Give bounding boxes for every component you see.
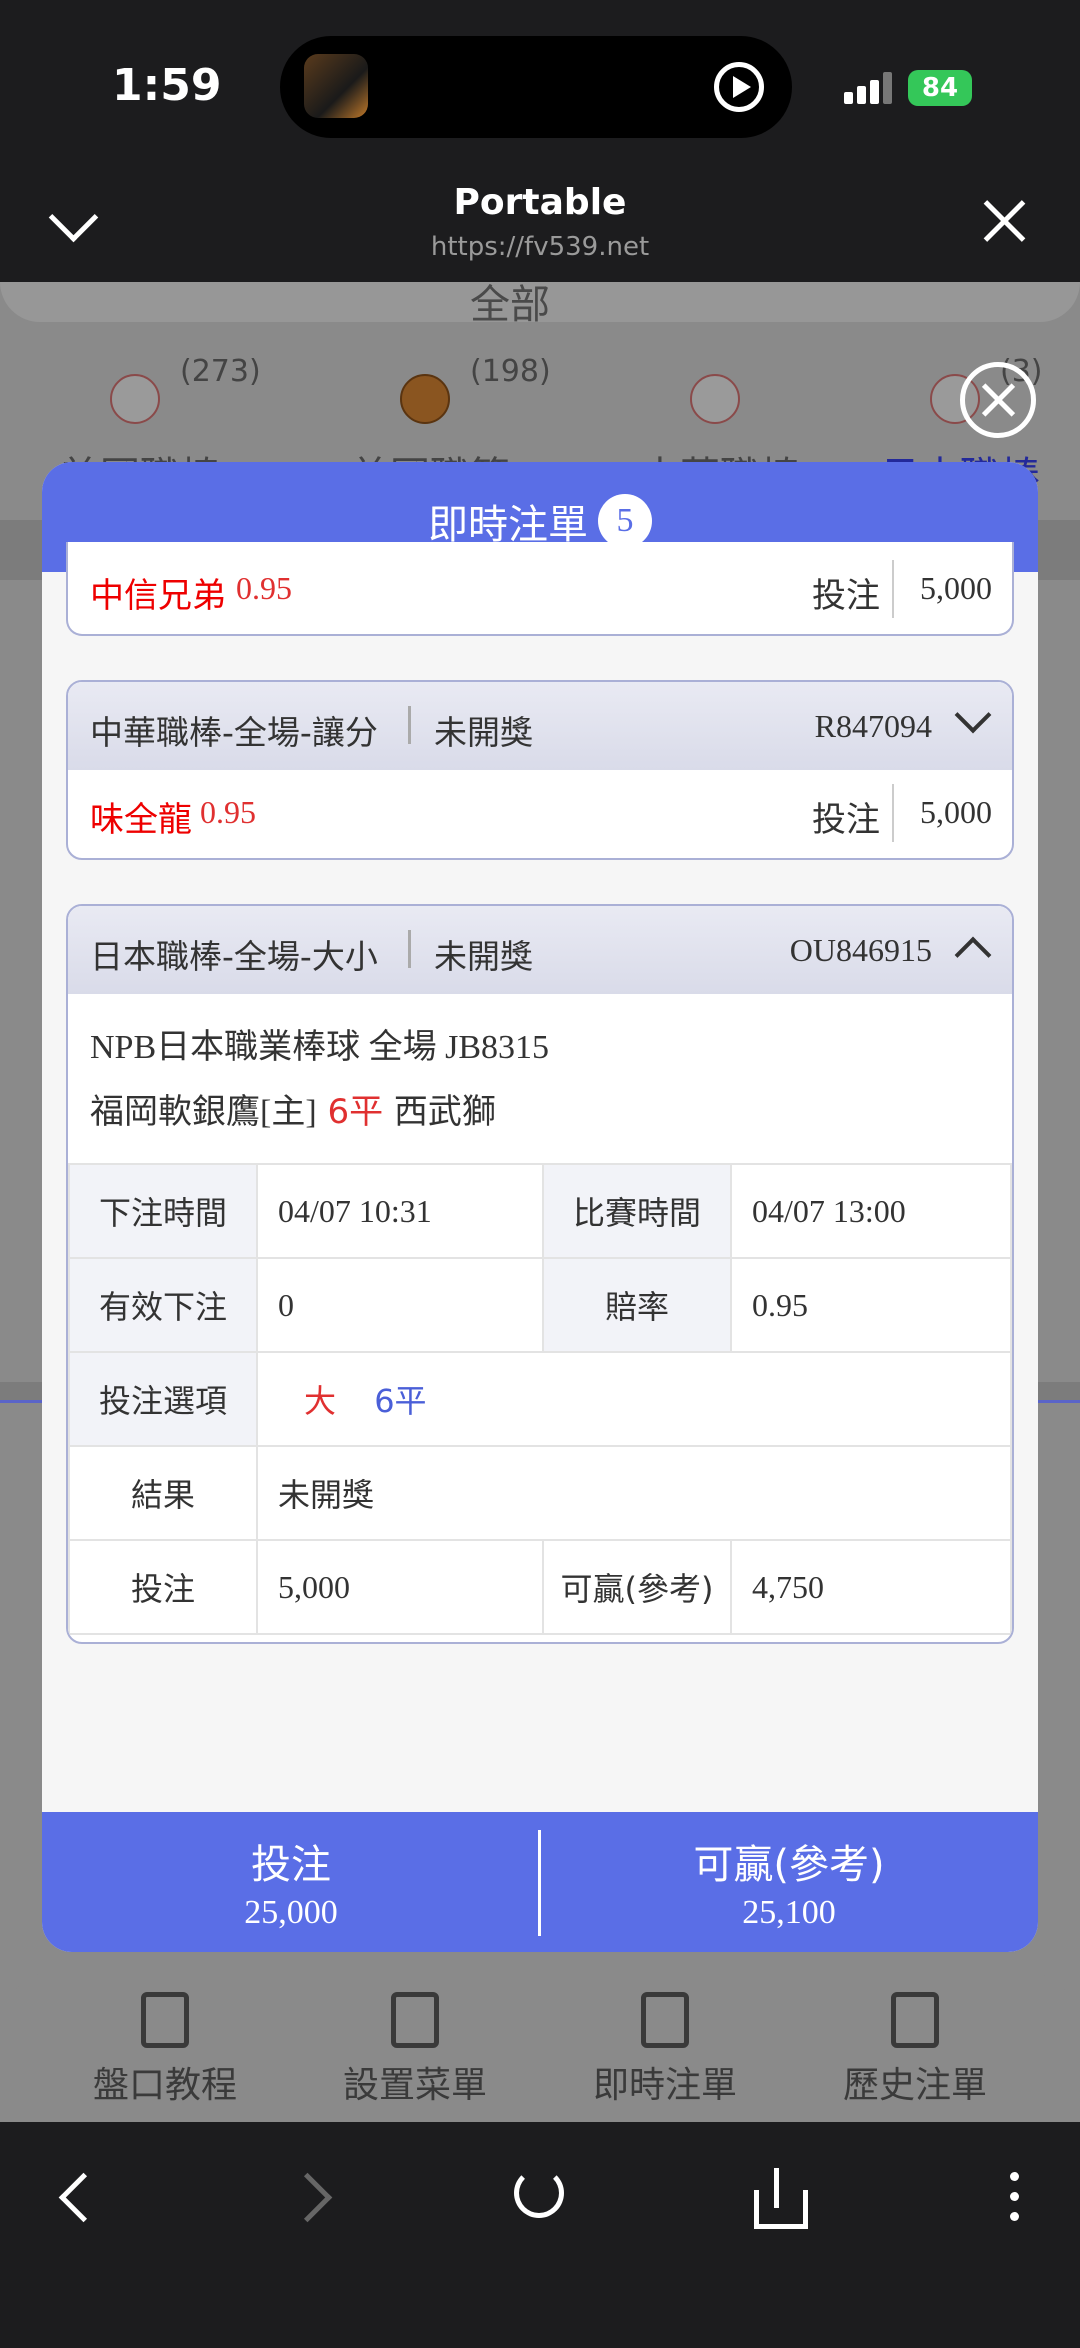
- chevron-up-icon[interactable]: [954, 936, 992, 974]
- modal-close-icon[interactable]: [960, 362, 1036, 438]
- total-win: 可贏(參考) 25,100: [693, 1842, 885, 1931]
- bet-card-expanded[interactable]: 日本職棒-全場-大小 未開獎 OU846915 NPB日本職業棒球 全場 JB8…: [66, 904, 1014, 1644]
- live-bets-modal: 即時注單 5 中信兄弟 0.95 投注 5,000 中華職棒-全場-讓分 未開獎 …: [42, 462, 1038, 1952]
- search-text: 全部: [470, 282, 550, 328]
- status-bar: 1:59 84: [0, 0, 1080, 170]
- browser-header: Portable https://fv539.net: [0, 170, 1080, 282]
- edit-list-icon: [391, 1992, 439, 2048]
- media-thumbnail: [304, 54, 368, 118]
- reload-icon[interactable]: [514, 2168, 564, 2218]
- bet-card[interactable]: 中信兄弟 0.95 投注 5,000: [66, 542, 1014, 636]
- total-stake: 投注 25,000: [244, 1842, 338, 1931]
- basketball-icon: [400, 374, 450, 424]
- status-time: 1:59: [112, 60, 222, 111]
- table-row: 投注選項 大 6平: [68, 1351, 1012, 1447]
- bet-card[interactable]: 中華職棒-全場-讓分 未開獎 R847094 味全龍 0.95 投注 5,000: [66, 680, 1014, 860]
- market-title: 日本職棒-全場-大小: [90, 937, 378, 976]
- bet-odds: 0.95: [236, 570, 292, 606]
- table-row: 有效下注 0 賠率 0.95: [68, 1257, 1012, 1353]
- bet-label: 投注: [812, 800, 880, 840]
- more-icon[interactable]: [984, 2168, 1044, 2228]
- table-row: 投注 5,000 可贏(參考) 4,750: [68, 1539, 1012, 1635]
- nav-live-bets[interactable]: 即時注單: [540, 1992, 790, 2108]
- bet-id: OU846915: [789, 932, 932, 968]
- nav-settings-menu[interactable]: 設置菜單: [290, 1992, 540, 2108]
- bet-amount: 5,000: [920, 570, 992, 606]
- option-line: 6平: [374, 1382, 427, 1420]
- bet-line: 中信兄弟 0.95 投注 5,000: [68, 546, 1012, 632]
- bet-odds: 0.95: [200, 794, 256, 830]
- browser-toolbar: [0, 2122, 1080, 2348]
- table-row: 結果 未開獎: [68, 1445, 1012, 1541]
- play-icon[interactable]: [714, 62, 764, 112]
- browser-title: Portable: [453, 182, 627, 223]
- bet-amount: 5,000: [920, 794, 992, 830]
- handicap: 6平: [327, 1092, 384, 1132]
- bet-id: R847094: [814, 708, 932, 744]
- chevron-down-icon[interactable]: [954, 696, 992, 734]
- browser-url: https://fv539.net: [430, 232, 650, 262]
- back-icon[interactable]: [44, 2168, 104, 2228]
- team-name: 中信兄弟: [90, 576, 226, 616]
- bottom-nav: 盤口教程 設置菜單 即時注單 歷史注單: [0, 1970, 1080, 2122]
- match-info: NPB日本職業棒球 全場 JB8315 福岡軟銀鷹[主] 6平 西武獅: [68, 994, 1012, 1145]
- card-header[interactable]: 中華職棒-全場-讓分 未開獎 R847094: [68, 682, 1012, 770]
- share-icon[interactable]: [750, 2168, 810, 2229]
- team-name: 味全龍: [90, 800, 192, 840]
- x-slip-icon: [641, 1992, 689, 2048]
- card-header[interactable]: 日本職棒-全場-大小 未開獎 OU846915: [68, 906, 1012, 994]
- bet-line: 味全龍 0.95 投注 5,000: [68, 770, 1012, 856]
- matchup-line: 福岡軟銀鷹[主] 6平 西武獅: [90, 1080, 990, 1145]
- home-team: 福岡軟銀鷹[主]: [90, 1094, 317, 1131]
- bet-detail-table: 下注時間 04/07 10:31 比賽時間 04/07 13:00 有效下注 0…: [68, 1163, 1012, 1635]
- dynamic-island[interactable]: [280, 36, 792, 138]
- forward-icon[interactable]: [286, 2168, 346, 2228]
- check-slip-icon: [891, 1992, 939, 2048]
- battery-icon: 84: [908, 70, 972, 106]
- option-pick: 大: [304, 1382, 337, 1420]
- totals-bar: 投注 25,000 可贏(參考) 25,100: [42, 1812, 1038, 1952]
- league-line: NPB日本職業棒球 全場 JB8315: [90, 1029, 550, 1066]
- baseball-icon: [110, 374, 160, 424]
- bet-label: 投注: [812, 576, 880, 616]
- nav-tutorial[interactable]: 盤口教程: [40, 1992, 290, 2108]
- baseball-icon: [690, 374, 740, 424]
- table-row: 下注時間 04/07 10:31 比賽時間 04/07 13:00: [68, 1163, 1012, 1259]
- away-team: 西武獅: [393, 1092, 496, 1132]
- bet-status: 未開獎: [434, 937, 533, 976]
- bet-count-badge: 5: [598, 494, 652, 548]
- book-icon: [141, 1992, 189, 2048]
- nav-history-bets[interactable]: 歷史注單: [790, 1992, 1040, 2108]
- market-title: 中華職棒-全場-讓分: [90, 713, 378, 752]
- signal-icon: [844, 72, 894, 104]
- bet-status: 未開獎: [434, 713, 533, 752]
- close-icon[interactable]: [980, 194, 1030, 244]
